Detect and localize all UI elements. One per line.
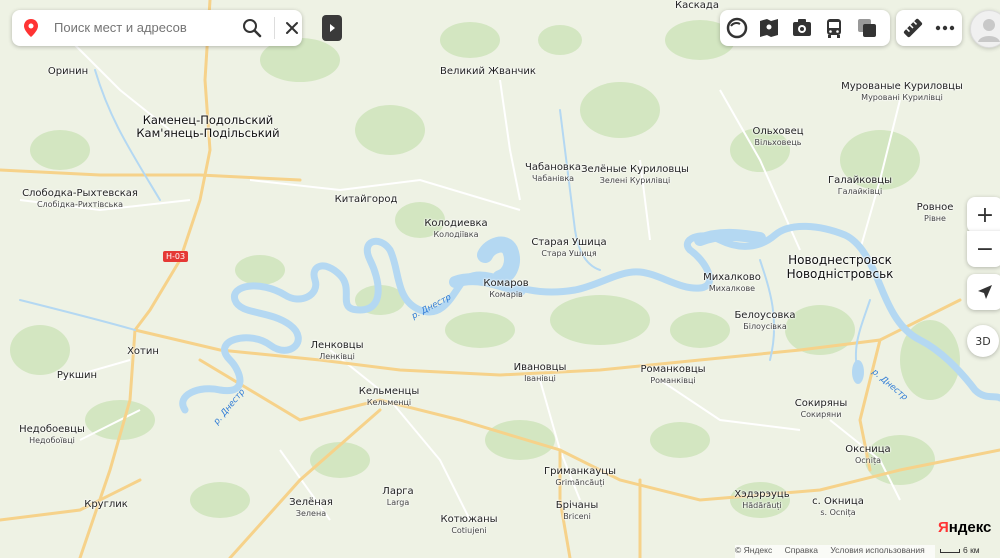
place-label: Чабановка Чабанівка xyxy=(525,162,581,183)
place-label: Оринин xyxy=(47,66,89,77)
place-label: Хотин xyxy=(127,346,159,357)
place-label: с. Окница s. Ocnița xyxy=(812,496,864,517)
place-label: Кельменцы Кельменці xyxy=(358,386,420,407)
search-icon[interactable] xyxy=(242,18,262,38)
user-avatar[interactable] xyxy=(970,10,1000,48)
road-number-badge: Н-03 xyxy=(163,251,189,262)
place-label: Ивановцы Іванівці xyxy=(513,362,567,383)
place-label: Зелёные Куриловцы Зелені Курилівці xyxy=(581,164,689,185)
search-box xyxy=(12,10,302,46)
more-icon[interactable] xyxy=(933,16,957,40)
close-icon[interactable] xyxy=(284,20,300,36)
place-label: Старая Ушица Стара Ушиця xyxy=(531,237,607,258)
3d-button[interactable]: 3D xyxy=(967,325,999,357)
place-label: Ленковцы Ленківці xyxy=(310,340,364,361)
zoom-out-button[interactable]: − xyxy=(967,231,1000,267)
copyright-text: © Яндекс xyxy=(735,545,773,555)
place-label: Каскада xyxy=(675,0,719,11)
place-label: Ольховец Вільховець xyxy=(752,126,804,147)
lake xyxy=(852,360,864,384)
panorama-icon[interactable] xyxy=(757,16,781,40)
map-toolbar xyxy=(720,10,890,46)
geolocation-button[interactable] xyxy=(967,274,1000,310)
place-label: Каменец-Подольский Кам'янець-Подільський xyxy=(136,113,280,141)
place-label: Сокиряны Сокиряни xyxy=(794,398,848,419)
layers-icon[interactable] xyxy=(725,16,749,40)
place-label: Белоусовка Білоусівка xyxy=(734,310,796,331)
location-pin-icon xyxy=(24,19,38,37)
place-label: Рукшин xyxy=(56,370,98,381)
place-label: Ларга Larga xyxy=(382,486,414,507)
place-label: Слободка-Рыхтевская Слобідка-Рихтівська xyxy=(22,188,138,209)
place-label: Котюжаны Cotiujeni xyxy=(440,514,498,535)
place-label: Зелёная Зелена xyxy=(289,497,333,518)
map-footer: © Яндекс Справка Условия использования xyxy=(735,545,935,558)
place-label: Круглик xyxy=(84,499,128,510)
search-input[interactable] xyxy=(52,19,236,36)
place-label: Недобоевцы Недобоївці xyxy=(19,424,85,445)
play-icon xyxy=(330,24,335,32)
place-label: Мурованые Куриловцы Муровані Курилівці xyxy=(841,81,963,102)
place-label: Колодиевка Колодіївка xyxy=(424,218,488,239)
place-label: Ровное Рівне xyxy=(916,202,954,223)
place-label: Комаров Комарів xyxy=(483,278,529,299)
place-label: Оксница Ocnița xyxy=(845,444,891,465)
zoom-in-button[interactable]: + xyxy=(967,197,1000,233)
collapse-panel-button[interactable] xyxy=(322,15,342,41)
user-icon xyxy=(978,19,1000,42)
place-label: Гриманкауцы Grimăncăuți xyxy=(544,466,616,487)
place-label: Брічаны Briceni xyxy=(555,500,599,521)
location-arrow-icon xyxy=(978,285,992,299)
place-label: Михалково Михалкове xyxy=(703,272,761,293)
place-label: Великий Жванчик xyxy=(440,66,536,77)
photo-icon[interactable] xyxy=(790,16,814,40)
place-label: Галайковцы Галайківці xyxy=(828,175,892,196)
terms-link[interactable]: Условия использования xyxy=(830,545,924,555)
place-label: Хэдэрэуць Hădărăuți xyxy=(734,489,790,510)
traffic-icon[interactable] xyxy=(855,16,879,40)
tools-toolbar xyxy=(896,10,962,46)
ruler-icon[interactable] xyxy=(901,16,925,40)
place-label: Китайгород xyxy=(334,194,398,205)
place-label: Романковцы Романківці xyxy=(640,364,706,385)
help-link[interactable]: Справка xyxy=(785,545,818,555)
place-label: Новоднестровск Новодністровськ xyxy=(786,253,894,281)
scale-bar: 6 км xyxy=(940,545,980,555)
divider xyxy=(274,17,275,39)
yandex-logo: Яндекс xyxy=(938,519,992,536)
transport-icon[interactable] xyxy=(822,16,846,40)
